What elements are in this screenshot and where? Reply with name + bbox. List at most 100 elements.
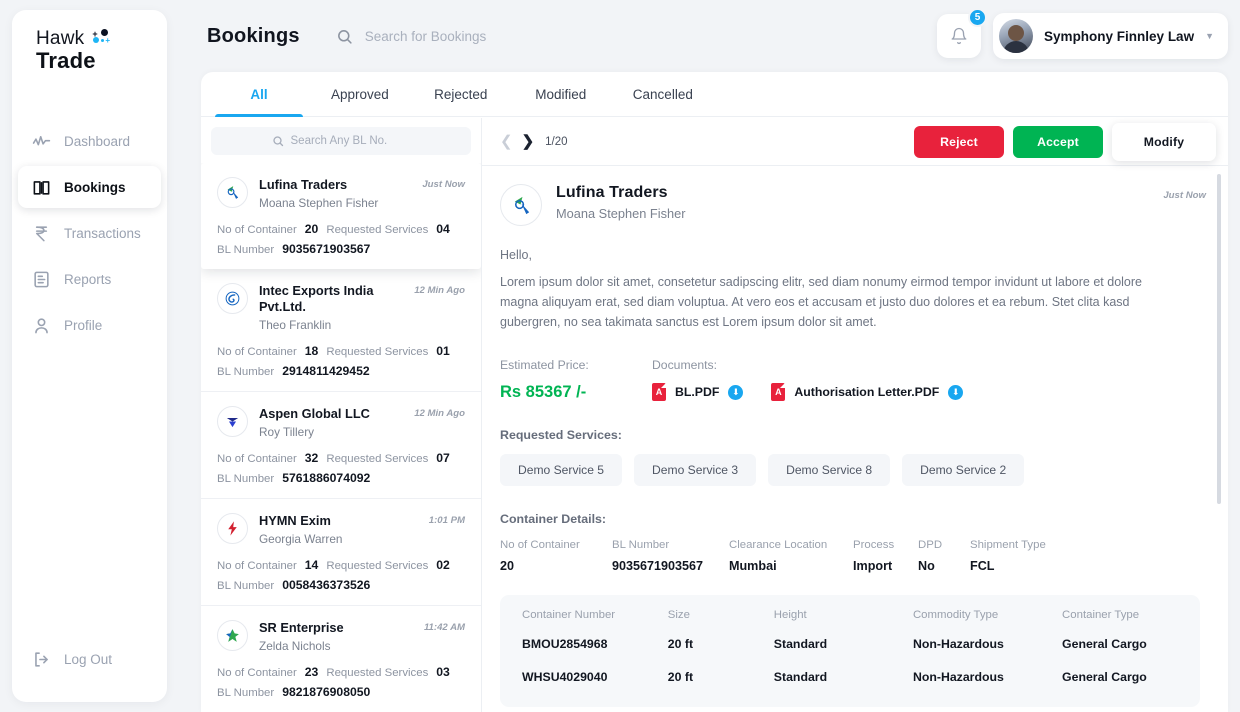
- service-chip[interactable]: Demo Service 3: [634, 454, 756, 486]
- logout-label: Log Out: [64, 652, 112, 667]
- services-value: 01: [436, 344, 450, 358]
- book-icon: [32, 178, 51, 197]
- column-header: Height: [774, 609, 913, 637]
- cell-commodity-type: Non-Hazardous: [913, 670, 1062, 703]
- tab-cancelled[interactable]: Cancelled: [611, 72, 715, 116]
- containers-value: 32: [305, 451, 319, 465]
- detail-scrollbar[interactable]: [1217, 174, 1221, 504]
- global-search[interactable]: [336, 28, 665, 45]
- search-input[interactable]: [365, 29, 665, 44]
- avatar: [999, 19, 1033, 53]
- containers-value: 14: [305, 558, 319, 572]
- sidebar-item-bookings[interactable]: Bookings: [18, 166, 161, 208]
- container-detail-field: No of Container 20: [500, 539, 612, 573]
- container-detail-field: Process Import: [853, 539, 918, 573]
- requested-services-list: Demo Service 5 Demo Service 3 Demo Servi…: [500, 454, 1206, 486]
- contact-name: Zelda Nichols: [259, 639, 413, 653]
- sidebar-item-label: Bookings: [64, 180, 126, 195]
- bl-value: 9821876908050: [282, 685, 370, 699]
- company-name: Intec Exports India Pvt.Ltd.: [259, 283, 403, 315]
- user-name: Symphony Finnley Law: [1044, 29, 1194, 44]
- field-value: 9035671903567: [612, 559, 729, 573]
- services-value: 02: [436, 558, 450, 572]
- sidebar-item-profile[interactable]: Profile: [18, 304, 161, 346]
- tab-all[interactable]: All: [209, 72, 309, 116]
- accept-button[interactable]: Accept: [1013, 126, 1103, 158]
- list-item[interactable]: HYMN Exim Georgia Warren 1:01 PM No of C…: [201, 499, 481, 606]
- contact-name: Roy Tillery: [259, 425, 403, 439]
- pdf-icon: [652, 383, 666, 401]
- bl-search[interactable]: [211, 127, 471, 155]
- cell-size: 20 ft: [668, 637, 774, 670]
- cell-container-type: General Cargo: [1062, 670, 1178, 703]
- documents-block: Documents: BL.PDF ⬇ Auth: [652, 358, 991, 402]
- notifications-button[interactable]: 5: [937, 14, 981, 58]
- requested-services-label: Requested Services:: [500, 428, 1206, 442]
- service-chip[interactable]: Demo Service 8: [768, 454, 890, 486]
- user-menu[interactable]: Symphony Finnley Law ▼: [993, 13, 1228, 59]
- containers-label: No of Container: [217, 224, 297, 236]
- bookings-list: Lufina Traders Moana Stephen Fisher Just…: [201, 163, 481, 712]
- table-row: WHSU4029040 20 ft Standard Non-Hazardous…: [522, 670, 1178, 703]
- service-chip[interactable]: Demo Service 2: [902, 454, 1024, 486]
- topbar: Bookings 5 Symphony Finnley Law ▼: [189, 0, 1240, 72]
- company-name: SR Enterprise: [259, 620, 413, 636]
- reject-button[interactable]: Reject: [914, 126, 1004, 158]
- download-icon[interactable]: ⬇: [948, 385, 963, 400]
- search-icon: [272, 135, 284, 147]
- list-item[interactable]: Intec Exports India Pvt.Ltd. Theo Frankl…: [201, 269, 481, 392]
- field-label: Shipment Type: [970, 539, 1046, 551]
- bl-label: BL Number: [217, 244, 274, 256]
- logout-button[interactable]: Log Out: [18, 638, 161, 680]
- documents-label: Documents:: [652, 358, 991, 372]
- list-item[interactable]: SR Enterprise Zelda Nichols 11:42 AM No …: [201, 606, 481, 712]
- containers-label: No of Container: [217, 346, 297, 358]
- detail-timestamp: Just Now: [1163, 190, 1206, 201]
- price-value: Rs 85367 /-: [500, 383, 652, 402]
- bl-value: 5761886074092: [282, 471, 370, 485]
- field-value: Mumbai: [729, 559, 853, 573]
- service-chip[interactable]: Demo Service 5: [500, 454, 622, 486]
- sidebar-item-reports[interactable]: Reports: [18, 258, 161, 300]
- download-icon[interactable]: ⬇: [728, 385, 743, 400]
- main-area: Bookings 5 Symphony Finnley Law ▼: [189, 0, 1240, 712]
- sidebar-item-dashboard[interactable]: Dashboard: [18, 120, 161, 162]
- company-logo-icon: [500, 184, 542, 226]
- greeting-text: Hello,: [500, 248, 1206, 262]
- next-page-button[interactable]: ❯: [522, 134, 535, 149]
- modify-button[interactable]: Modify: [1112, 123, 1216, 161]
- detail-contact-name: Moana Stephen Fisher: [556, 206, 685, 221]
- price-label: Estimated Price:: [500, 358, 652, 372]
- split-view: Lufina Traders Moana Stephen Fisher Just…: [201, 118, 1228, 712]
- company-logo-icon: [217, 620, 248, 651]
- page-title: Bookings: [207, 25, 300, 48]
- services-value: 04: [436, 222, 450, 236]
- container-detail-field: Shipment Type FCL: [970, 539, 1046, 573]
- services-label: Requested Services: [326, 453, 428, 465]
- containers-value: 23: [305, 665, 319, 679]
- tab-rejected[interactable]: Rejected: [411, 72, 511, 116]
- document-name: BL.PDF: [675, 385, 719, 399]
- rupee-icon: [32, 224, 51, 243]
- document-name: Authorisation Letter.PDF: [794, 385, 939, 399]
- field-value: 20: [500, 559, 612, 573]
- sidebar-item-label: Profile: [64, 318, 102, 333]
- sidebar-item-label: Transactions: [64, 226, 141, 241]
- container-detail-field: DPD No: [918, 539, 970, 573]
- detail-toolbar: ❮ ❯ 1/20 Reject Accept Modify: [482, 118, 1228, 166]
- list-item[interactable]: Lufina Traders Moana Stephen Fisher Just…: [201, 163, 481, 269]
- tabs: All Approved Rejected Modified Cancelled: [201, 72, 1228, 117]
- sidebar-item-transactions[interactable]: Transactions: [18, 212, 161, 254]
- tab-approved[interactable]: Approved: [309, 72, 411, 116]
- company-logo-icon: [217, 513, 248, 544]
- document-item[interactable]: BL.PDF ⬇: [652, 383, 743, 401]
- app-root: Hawk ++ Trade Dashboard Bookings: [0, 0, 1240, 712]
- list-item[interactable]: Aspen Global LLC Roy Tillery 12 Min Ago …: [201, 392, 481, 499]
- bl-search-input[interactable]: [291, 135, 411, 147]
- cell-size: 20 ft: [668, 670, 774, 703]
- field-value: FCL: [970, 559, 1046, 573]
- tab-modified[interactable]: Modified: [511, 72, 611, 116]
- containers-table: Container Number Size Height Commodity T…: [500, 595, 1200, 707]
- document-item[interactable]: Authorisation Letter.PDF ⬇: [771, 383, 963, 401]
- prev-page-button[interactable]: ❮: [500, 134, 513, 149]
